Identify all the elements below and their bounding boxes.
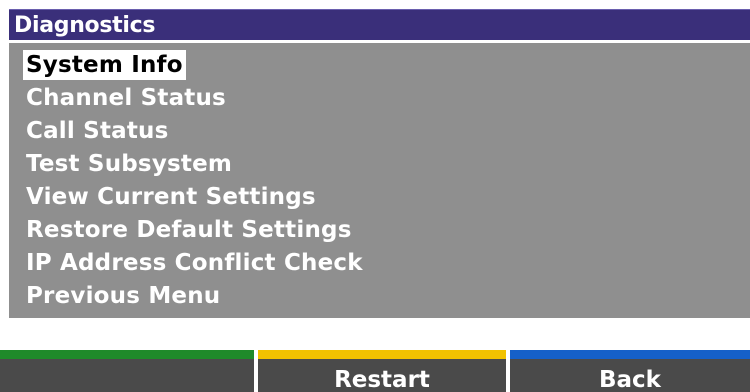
diagnostics-screen: Diagnostics System Info Channel Status C… bbox=[0, 0, 750, 392]
softkey-green[interactable] bbox=[0, 350, 254, 392]
menu-item-test-subsystem[interactable]: Test Subsystem bbox=[23, 149, 235, 179]
menu-item-call-status[interactable]: Call Status bbox=[23, 116, 172, 146]
menu-item-restore-default-settings[interactable]: Restore Default Settings bbox=[23, 215, 355, 245]
menu-item-channel-status[interactable]: Channel Status bbox=[23, 83, 229, 113]
page-title: Diagnostics bbox=[9, 9, 750, 40]
restart-button[interactable]: Restart bbox=[258, 350, 506, 392]
back-button[interactable]: Back bbox=[510, 350, 750, 392]
menu-item-system-info[interactable]: System Info bbox=[23, 50, 186, 80]
green-stripe bbox=[0, 350, 254, 359]
menu-item-view-current-settings[interactable]: View Current Settings bbox=[23, 182, 319, 212]
menu-item-ip-address-conflict-check[interactable]: IP Address Conflict Check bbox=[23, 248, 366, 278]
softkey-bar: Restart Back bbox=[0, 350, 750, 392]
restart-button-label: Restart bbox=[334, 367, 430, 392]
back-button-label: Back bbox=[599, 367, 661, 392]
blue-stripe bbox=[510, 350, 750, 359]
menu-item-previous-menu[interactable]: Previous Menu bbox=[23, 281, 223, 311]
diagnostics-menu: System Info Channel Status Call Status T… bbox=[9, 43, 750, 318]
yellow-stripe bbox=[258, 350, 506, 359]
